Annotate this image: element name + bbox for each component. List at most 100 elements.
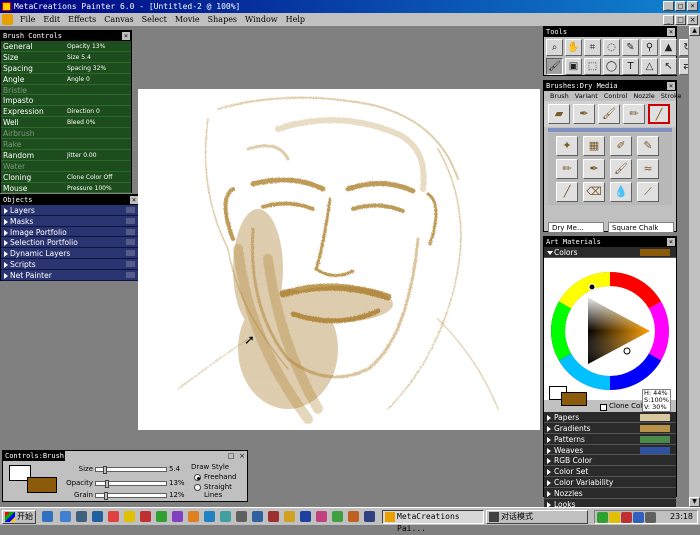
straight-lines-radio[interactable] <box>194 484 201 491</box>
objects-row-button[interactable] <box>126 217 135 224</box>
menu-file[interactable]: File <box>16 13 39 26</box>
quicklaunch-app2-icon[interactable] <box>124 511 135 522</box>
quicklaunch-app11-icon[interactable] <box>268 511 279 522</box>
scroll-down-icon[interactable]: ▼ <box>689 497 700 507</box>
quicklaunch-app4-icon[interactable] <box>156 511 167 522</box>
objects-row[interactable]: Dynamic Layers <box>1 248 139 259</box>
objects-row-button[interactable] <box>126 239 135 246</box>
quicklaunch-app13-icon[interactable] <box>300 511 311 522</box>
color-wheel[interactable] <box>544 258 676 400</box>
brush-control-row[interactable]: Airbrush <box>1 128 131 140</box>
scroll-up-icon[interactable]: ▲ <box>689 26 700 36</box>
menu-movie[interactable]: Movie <box>171 13 204 26</box>
menu-select[interactable]: Select <box>138 13 171 26</box>
brush-control-row[interactable]: Cloning Clone Color Off <box>1 171 131 183</box>
objects-row[interactable]: Net Painter <box>1 269 139 281</box>
objects-row[interactable]: Layers <box>1 205 139 216</box>
controls-brush-restore-icon[interactable]: □ <box>227 452 235 460</box>
menu-effects[interactable]: Effects <box>64 13 100 26</box>
menu-edit[interactable]: Edit <box>39 13 64 26</box>
art-materials-close-icon[interactable]: × <box>667 238 675 246</box>
maximize-button[interactable]: □ <box>675 1 686 11</box>
brush-control-row[interactable]: Spacing Spacing 32% <box>1 62 131 74</box>
brush-category-select[interactable]: Dry Me... <box>548 222 604 233</box>
controls-brush-close-icon[interactable]: × <box>238 452 246 460</box>
art-materials-row[interactable]: Color Variability <box>544 477 676 489</box>
tools-close-icon[interactable]: × <box>667 28 675 36</box>
tray-volume-icon[interactable] <box>609 512 620 523</box>
tray-misc-icon[interactable] <box>645 512 656 523</box>
brush-tool-icon[interactable]: 🖌 <box>546 58 563 75</box>
crayon-brush-icon[interactable]: ✎ <box>637 136 659 156</box>
art-materials-row[interactable]: Papers <box>544 411 676 423</box>
task-dialog-mode[interactable]: 对话模式 <box>486 510 588 524</box>
tab-stroke[interactable]: Stroke <box>658 91 685 101</box>
grain-slider-thumb[interactable] <box>104 492 109 500</box>
brush-variant-select[interactable]: Square Chalk <box>608 222 674 233</box>
primary-color-swatch[interactable] <box>561 391 587 406</box>
oval-select-tool-icon[interactable]: ◯ <box>603 58 620 75</box>
art-materials-row[interactable]: RGB Color <box>544 455 676 467</box>
art-materials-row[interactable]: Nozzles <box>544 488 676 500</box>
tab-brush[interactable]: Brush <box>547 91 572 101</box>
brush-control-row[interactable]: Angle Angle 0 <box>1 73 131 85</box>
art-materials-row[interactable]: Patterns <box>544 433 676 445</box>
brush-control-row[interactable]: Mouse Pressure 100% <box>1 182 131 194</box>
opacity-slider[interactable] <box>95 480 167 488</box>
eraser-brush-icon[interactable]: ⌫ <box>583 182 605 202</box>
quicklaunch-app12-icon[interactable] <box>284 511 295 522</box>
text-tool-icon[interactable]: T <box>622 58 639 75</box>
quicklaunch-ie-icon[interactable] <box>42 511 53 522</box>
quicklaunch-app16-icon[interactable] <box>348 511 359 522</box>
shape-tool-icon[interactable]: ▲ <box>660 39 677 56</box>
rectangle-select-tool-icon[interactable]: ⬚ <box>584 58 601 75</box>
doc-close-button[interactable]: × <box>687 15 698 25</box>
menu-shapes[interactable]: Shapes <box>204 13 241 26</box>
brushes-close-icon[interactable]: × <box>667 82 675 90</box>
tray-input-icon[interactable] <box>633 512 644 523</box>
objects-close-icon[interactable]: × <box>130 196 138 204</box>
quicklaunch-app10-icon[interactable] <box>252 511 263 522</box>
quicklaunch-channels-icon[interactable] <box>92 511 103 522</box>
vertical-scrollbar[interactable]: ▲ ▼ <box>688 26 700 507</box>
brush-control-row[interactable]: Impasto <box>1 95 131 107</box>
tab-variant[interactable]: Variant <box>572 91 601 101</box>
tab-nozzle[interactable]: Nozzle <box>630 91 657 101</box>
objects-row[interactable]: Scripts <box>1 258 139 270</box>
quicklaunch-app6-icon[interactable] <box>188 511 199 522</box>
brush-control-row[interactable]: Rake <box>1 139 131 150</box>
oil-brush-icon[interactable]: 🖌 <box>610 159 632 179</box>
pen-brush-icon[interactable]: ✒ <box>573 104 595 124</box>
objects-row-button[interactable] <box>126 260 135 267</box>
lasso-tool-icon[interactable]: ◌ <box>603 39 620 56</box>
felt-pen-brush-icon[interactable]: ✒ <box>583 159 605 179</box>
sparkle-brush-icon[interactable]: ✦ <box>556 136 578 156</box>
hue-marker[interactable] <box>588 283 596 291</box>
paint-bucket-tool-icon[interactable]: ▣ <box>565 58 582 75</box>
brush-control-row[interactable]: Bristle <box>1 84 131 96</box>
objects-row[interactable]: Image Portfolio <box>1 226 139 238</box>
objects-row-button[interactable] <box>126 207 135 213</box>
marker-brush-icon[interactable]: ✏ <box>623 104 645 124</box>
art-materials-row[interactable]: Weaves <box>544 444 676 456</box>
freehand-radio[interactable] <box>194 474 201 481</box>
menu-help[interactable]: Help <box>282 13 309 26</box>
task-painter[interactable]: MetaCreations Pai... <box>382 510 484 533</box>
liquid-brush-icon[interactable]: ≈ <box>637 159 659 179</box>
art-materials-row[interactable]: Color Set <box>544 466 676 478</box>
selected-chalk-brush-icon[interactable]: ╱ <box>648 104 670 124</box>
selector-tool-icon[interactable]: ↖ <box>660 58 677 75</box>
objects-row[interactable]: Masks <box>1 215 139 227</box>
brush-control-row[interactable]: Size Size 5.4 <box>1 51 131 63</box>
artist-brush-icon[interactable]: ⟋ <box>637 182 659 202</box>
charcoal-brush-icon[interactable]: ╱ <box>556 182 578 202</box>
start-button[interactable]: 开始 <box>2 510 36 524</box>
colors-section-header[interactable]: Colors <box>544 247 676 258</box>
quicklaunch-app7-icon[interactable] <box>204 511 215 522</box>
minimize-button[interactable]: _ <box>663 1 674 11</box>
objects-row[interactable]: Selection Portfolio <box>1 237 139 249</box>
drawing-canvas[interactable]: ➚ <box>138 89 540 430</box>
grain-slider[interactable] <box>95 492 167 500</box>
quicklaunch-app9-icon[interactable] <box>236 511 247 522</box>
opacity-slider-thumb[interactable] <box>104 480 109 488</box>
